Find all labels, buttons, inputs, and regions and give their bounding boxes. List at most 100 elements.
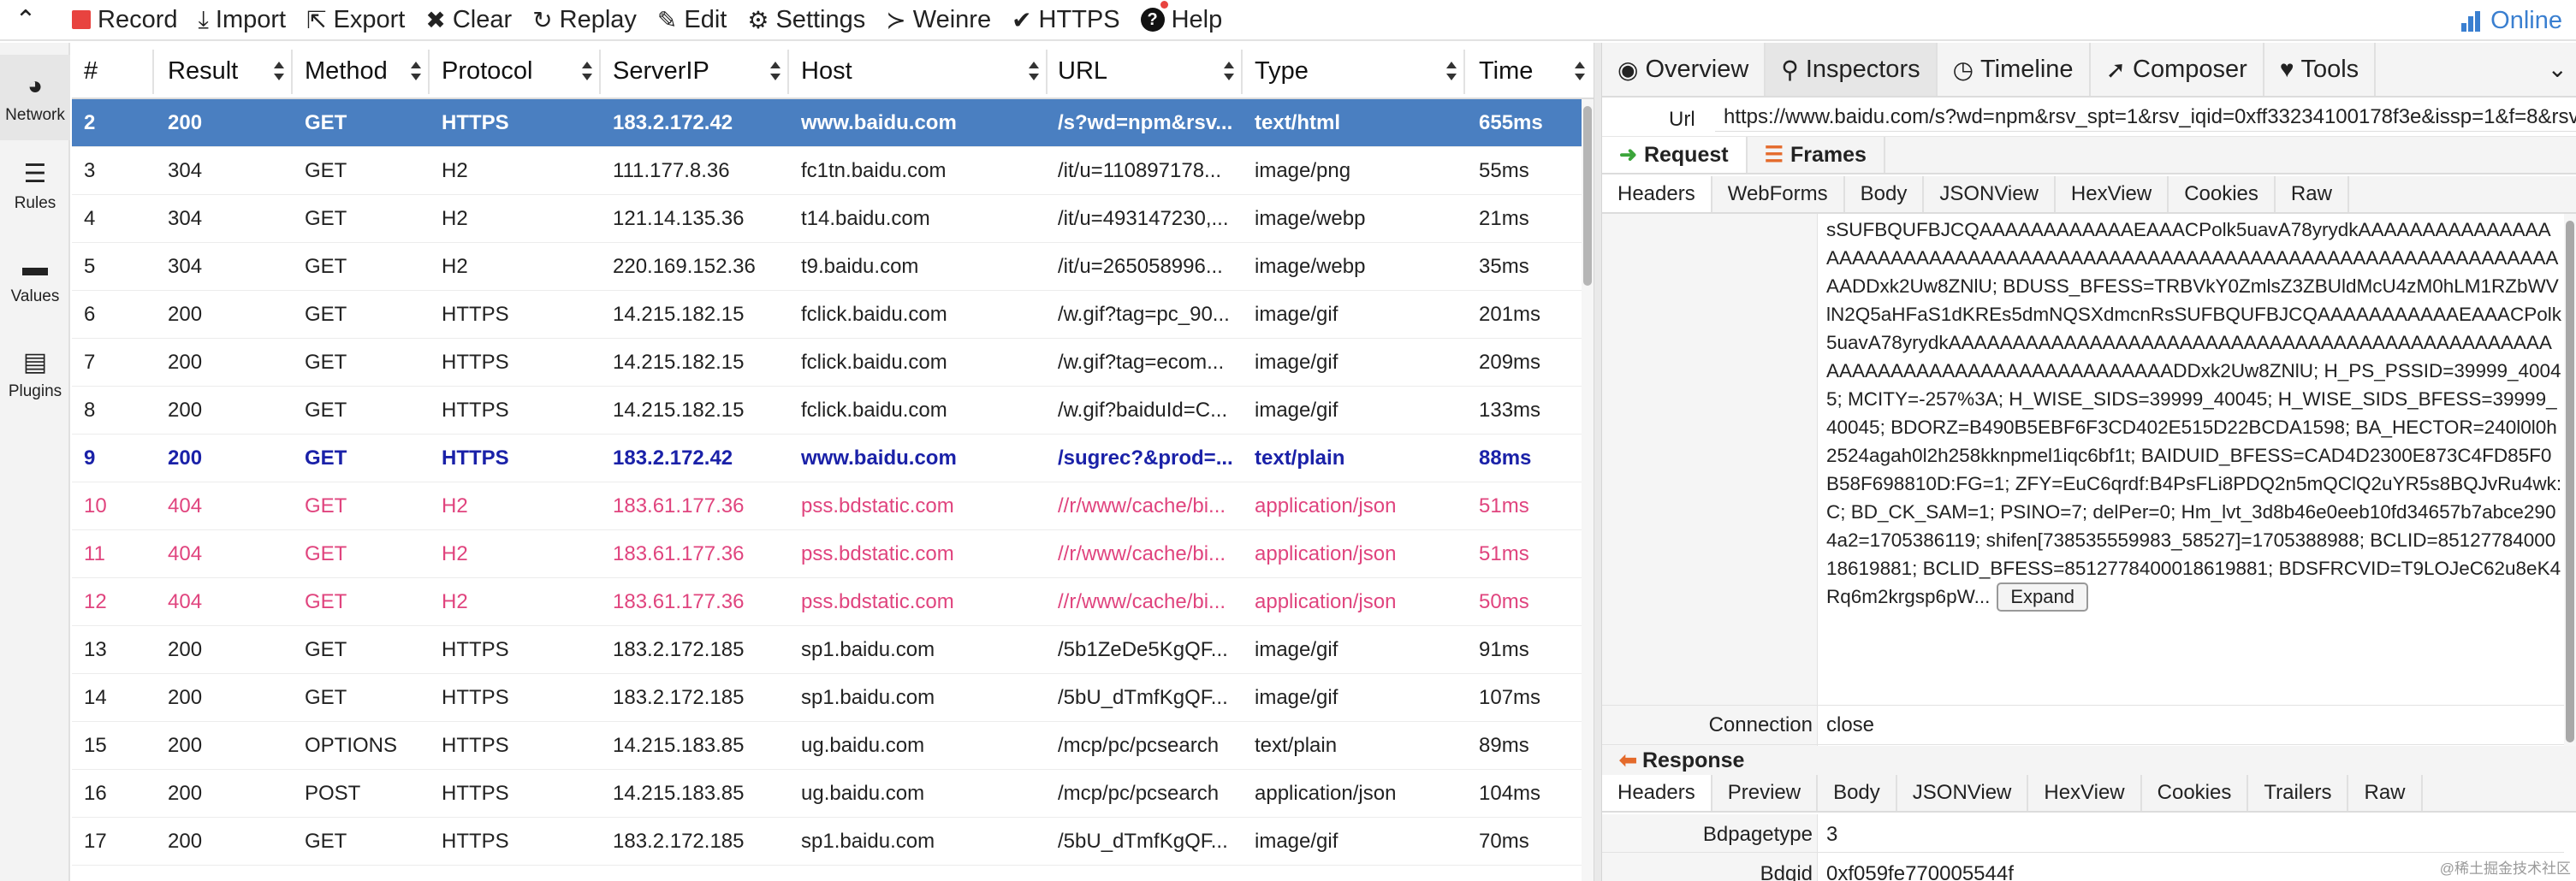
eye-icon: ◉ <box>1617 56 1639 83</box>
column-header-result[interactable]: Result <box>168 43 238 99</box>
sort-icon[interactable] <box>274 62 284 82</box>
response-section-header[interactable]: ⬅ Response <box>1602 746 2576 775</box>
tab-response-cookies[interactable]: Cookies <box>2142 775 2249 811</box>
header-key: Bdpagetype <box>1702 823 1813 846</box>
sort-icon[interactable] <box>1446 62 1457 82</box>
scrollbar-thumb[interactable] <box>2566 221 2574 742</box>
table-row[interactable]: 9 200 GET HTTPS 183.2.172.42 www.baidu.com/su… <box>72 435 1582 482</box>
sort-icon[interactable] <box>582 62 592 82</box>
clear-button[interactable]: ✖ Clear <box>425 6 512 34</box>
table-row[interactable]: 3 304 GET H2 111.177.8.36 fc1tn.baidu.com/it/… <box>72 147 1582 195</box>
column-header-num[interactable]: # <box>84 43 98 99</box>
table-scrollbar[interactable] <box>1582 99 1594 881</box>
cell-protocol: HTTPS <box>442 111 509 134</box>
table-row[interactable]: 13 200 GET HTTPS 183.2.172.185 sp1.baidu.com /… <box>72 626 1582 674</box>
export-button[interactable]: ⇱ Export <box>306 6 405 34</box>
column-divider[interactable] <box>291 50 293 94</box>
weinre-button[interactable]: ≻ Weinre <box>886 6 991 34</box>
tab-frames[interactable]: ☰ Frames <box>1748 137 1885 173</box>
table-row[interactable]: 11 404 GET H2 183.61.177.36 pss.bdstatic.com /… <box>72 530 1582 578</box>
column-divider[interactable] <box>152 50 154 94</box>
tab-request-raw[interactable]: Raw <box>2276 176 2349 212</box>
sort-icon[interactable] <box>1575 62 1585 82</box>
column-header-type[interactable]: Type <box>1255 43 1309 99</box>
tab-request-cookies[interactable]: Cookies <box>2169 176 2276 212</box>
column-header-time[interactable]: Time <box>1479 43 1533 99</box>
expand-button[interactable]: Expand <box>1997 582 2088 612</box>
table-row[interactable]: 4 304 GET H2 121.14.135.36 t14.baidu.com/it/u… <box>72 195 1582 243</box>
sort-icon[interactable] <box>1224 62 1234 82</box>
tab-response-trailers[interactable]: Trailers <box>2248 775 2349 811</box>
column-header-url[interactable]: URL <box>1058 43 1107 99</box>
cell-ip: 183.61.177.36 <box>613 590 745 613</box>
column-header-protocol[interactable]: Protocol <box>442 43 532 99</box>
table-row[interactable]: 15 200 OPTIONS HTTPS 14.215.183.85 ug.baidu.c… <box>72 722 1582 770</box>
column-divider[interactable] <box>1046 50 1048 94</box>
table-row[interactable]: 7 200 GET HTTPS 14.215.182.15 fclick.baidu.co… <box>72 339 1582 387</box>
record-icon <box>72 10 91 29</box>
column-divider[interactable] <box>1463 50 1465 94</box>
cell-type: application/json <box>1255 590 1397 613</box>
scrollbar-thumb[interactable] <box>1583 106 1592 286</box>
online-status[interactable]: Online <box>2461 7 2562 35</box>
column-divider[interactable] <box>1241 50 1243 94</box>
sidebar-item-plugins[interactable]: ▤ Plugins <box>0 347 70 401</box>
help-button[interactable]: ? Help <box>1140 1 1222 34</box>
column-header-host[interactable]: Host <box>801 43 852 99</box>
table-row[interactable]: 14 200 GET HTTPS 183.2.172.185 sp1.baidu.com /… <box>72 674 1582 722</box>
tab-response-hexview[interactable]: HexView <box>2028 775 2142 811</box>
table-row[interactable]: 10 404 GET H2 183.61.177.36 pss.bdstatic.com /… <box>72 482 1582 530</box>
tab-request-hexview[interactable]: HexView <box>2056 176 2169 212</box>
tab-request-webforms[interactable]: WebForms <box>1712 176 1845 212</box>
column-header-method[interactable]: Method <box>305 43 388 99</box>
sort-icon[interactable] <box>770 62 781 82</box>
cell-method: GET <box>305 494 347 517</box>
edit-button[interactable]: ✎ Edit <box>657 6 727 34</box>
tab-request[interactable]: ➜ Request <box>1602 137 1748 173</box>
replay-button[interactable]: ↻ Replay <box>532 6 637 34</box>
sort-icon[interactable] <box>1029 62 1039 82</box>
tab-response-headers[interactable]: Headers <box>1602 775 1712 811</box>
tab-tools[interactable]: ♥ Tools <box>2264 43 2377 96</box>
tab-inspectors[interactable]: ⚲ Inspectors <box>1766 43 1938 96</box>
table-row[interactable]: 5 304 GET H2 220.169.152.36 t9.baidu.com/it/u… <box>72 243 1582 291</box>
tab-response-raw[interactable]: Raw <box>2348 775 2423 811</box>
cell-num: 17 <box>84 830 107 853</box>
sidebar-item-rules[interactable]: ☰ Rules <box>0 159 70 213</box>
column-header-serverip[interactable]: ServerIP <box>613 43 709 99</box>
sidebar-item-network[interactable]: ◕ Network <box>0 55 70 140</box>
url-field[interactable]: https://www.baidu.com/s?wd=npm&rsv_spt=1… <box>1715 103 2576 132</box>
tab-timeline[interactable]: ◷ Timeline <box>1938 43 2091 96</box>
record-button[interactable]: Record <box>72 6 178 34</box>
chevron-down-icon[interactable]: ⌄ <box>2548 55 2567 83</box>
https-button[interactable]: ✔ HTTPS <box>1012 6 1120 34</box>
table-row[interactable]: 17 200 GET HTTPS 183.2.172.185 sp1.baidu.com /… <box>72 818 1582 866</box>
headers-scrollbar[interactable] <box>2564 214 2576 753</box>
tab-composer[interactable]: ➚ Composer <box>2091 43 2264 96</box>
table-row[interactable]: 12 404 GET H2 183.61.177.36 pss.bdstatic.com /… <box>72 578 1582 626</box>
cell-host: www.baidu.com <box>801 446 957 470</box>
cell-url: /it/u=110897178... <box>1058 159 1222 182</box>
cell-result: 304 <box>168 255 203 278</box>
table-row[interactable]: 6 200 GET HTTPS 14.215.182.15 fclick.baidu.co… <box>72 291 1582 339</box>
collapse-icon[interactable]: ⌃ <box>0 0 51 40</box>
column-divider[interactable] <box>787 50 789 94</box>
table-row[interactable]: 2 200 GET HTTPS 183.2.172.42 www.baidu.com/s?… <box>72 99 1582 147</box>
cell-ip: 183.61.177.36 <box>613 494 745 517</box>
column-divider[interactable] <box>428 50 430 94</box>
tab-response-preview[interactable]: Preview <box>1712 775 1819 811</box>
table-row[interactable]: 8 200 GET HTTPS 14.215.182.15 fclick.baidu.co… <box>72 387 1582 435</box>
table-row[interactable]: 16 200 POST HTTPS 14.215.183.85 ug.baidu.com /… <box>72 770 1582 818</box>
tab-overview[interactable]: ◉ Overview <box>1602 43 1766 96</box>
import-button[interactable]: ⤓ Import <box>199 6 287 34</box>
sort-icon[interactable] <box>411 62 421 82</box>
tab-response-body[interactable]: Body <box>1818 775 1897 811</box>
tab-request-jsonview[interactable]: JSONView <box>1924 176 2056 212</box>
sidebar-item-values[interactable]: ▬ Values <box>0 253 70 306</box>
tab-request-headers[interactable]: Headers <box>1602 176 1712 212</box>
tab-response-jsonview[interactable]: JSONView <box>1897 775 2029 811</box>
panel-splitter[interactable] <box>1594 43 1602 881</box>
column-divider[interactable] <box>599 50 601 94</box>
tab-request-body[interactable]: Body <box>1845 176 1925 212</box>
settings-button[interactable]: ⚙ Settings <box>747 6 865 34</box>
